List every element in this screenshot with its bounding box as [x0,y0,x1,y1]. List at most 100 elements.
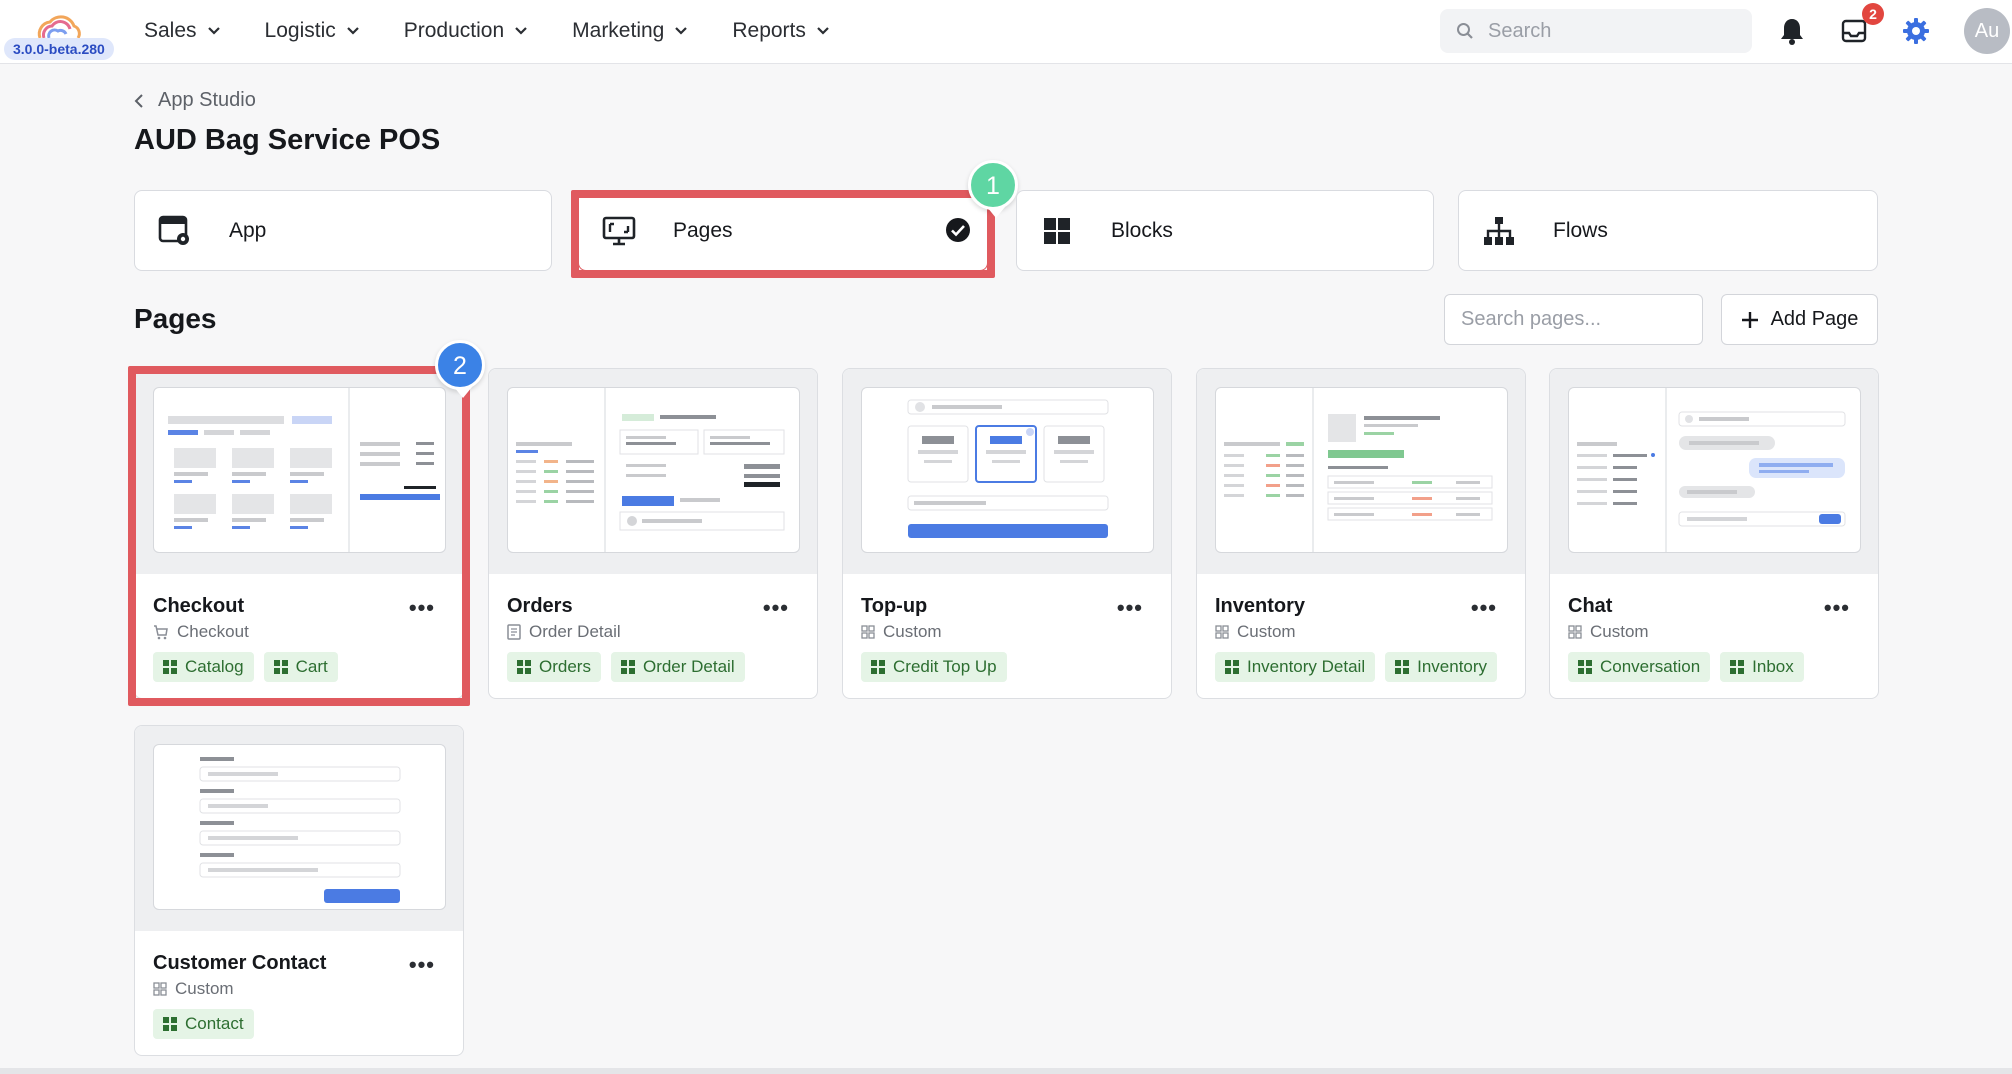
nav-reports[interactable]: Reports [732,19,830,43]
card-type: Custom [861,622,942,642]
notification-count-badge: 2 [1862,3,1884,25]
search-icon [1457,23,1473,39]
tab-flows-label: Flows [1553,218,1608,242]
custom-grid-icon [1568,625,1582,639]
tag-label: Catalog [185,657,244,676]
user-avatar[interactable]: Au [1964,8,2010,54]
tag-inventory-detail[interactable]: Inventory Detail [1215,652,1376,682]
chevron-left-icon [134,93,143,108]
card-type-label: Custom [1590,622,1649,641]
nav-sales[interactable]: Sales [144,19,221,43]
nav-logistic[interactable]: Logistic [265,19,360,43]
chevron-down-icon [817,27,829,35]
thumbnail-area [843,369,1171,574]
breadcrumb-back[interactable]: App Studio [134,89,256,112]
thumbnail-area [135,369,463,574]
more-options-button[interactable]: ••• [1117,595,1143,621]
grid-icon [1730,660,1745,674]
pages-section-title: Pages [134,303,217,334]
tab-app[interactable]: App [134,190,552,271]
block-tags: Catalog Cart [153,652,348,682]
tab-app-label: App [229,218,267,242]
card-type: Custom [1568,622,1649,642]
card-title: Inventory [1215,595,1306,617]
card-type: Custom [153,979,234,999]
step-marker-1: 1 [968,160,1018,218]
tag-inventory[interactable]: Inventory [1385,652,1498,682]
settings-button[interactable] [1899,14,1933,48]
bell-button[interactable] [1775,14,1809,48]
sitemap-icon [1481,213,1517,249]
more-options-button[interactable]: ••• [409,595,435,621]
search-placeholder: Search [1488,19,1552,42]
tab-flows[interactable]: Flows [1458,190,1878,271]
bell-icon [1781,19,1803,45]
grid-icon [1225,660,1239,674]
nav-production[interactable]: Production [404,19,528,43]
grid-icon [871,660,885,674]
nav-marketing-label: Marketing [572,19,665,42]
step-marker-2: 2 [435,340,485,398]
tag-credit-top-up[interactable]: Credit Top Up [861,652,1007,682]
gear-icon [1903,18,1929,44]
nav-marketing[interactable]: Marketing [572,19,688,43]
page-thumbnail [153,387,446,553]
add-page-label: Add Page [1770,308,1859,330]
nav-logistic-label: Logistic [264,19,336,42]
document-icon [507,624,521,640]
custom-grid-icon [153,982,167,996]
page-thumbnail [153,744,446,910]
card-title: Customer Contact [153,952,327,974]
tag-catalog[interactable]: Catalog [153,652,254,682]
tag-label: Credit Top Up [893,657,997,676]
tag-inbox[interactable]: Inbox [1720,652,1804,682]
custom-grid-icon [861,625,875,639]
search-pages-input[interactable] [1444,294,1703,345]
tab-pages[interactable]: Pages [578,190,988,271]
page-title: AUD Bag Service POS [134,124,441,156]
add-page-button[interactable]: Add Page [1721,294,1878,345]
tag-conversation[interactable]: Conversation [1568,652,1711,682]
grid-icon [163,1017,177,1031]
more-options-button[interactable]: ••• [1471,595,1497,621]
tag-label: Inbox [1752,657,1794,676]
page-card-inventory[interactable]: Inventory ••• Custom Inventory Detail In… [1196,368,1526,699]
tag-label: Contact [185,1014,244,1033]
check-circle-icon [946,218,970,242]
block-tags: Inventory Detail Inventory [1215,652,1507,682]
page-card-chat[interactable]: Chat ••• Custom Conversation Inbox [1549,368,1879,699]
thumbnail-area [1550,369,1878,574]
page-card-orders[interactable]: Orders ••• Order Detail Orders Order Det… [488,368,818,699]
tag-order-detail[interactable]: Order Detail [610,652,745,682]
card-title: Orders [507,595,573,617]
card-type: Custom [1215,622,1296,642]
bottom-edge [0,1068,2012,1074]
page-card-top-up[interactable]: Top-up ••• Custom Credit Top Up [842,368,1172,699]
page-card-customer-contact[interactable]: Customer Contact ••• Custom Contact [134,725,464,1056]
tag-label: Conversation [1600,657,1701,676]
tag-label: Orders [539,657,591,676]
nav-sales-label: Sales [144,19,197,42]
chevron-down-icon [675,27,688,35]
more-options-button[interactable]: ••• [1824,595,1850,621]
tag-orders[interactable]: Orders [507,652,601,682]
tag-cart[interactable]: Cart [263,652,338,682]
card-title: Chat [1568,595,1613,617]
card-type-label: Custom [1237,622,1296,641]
page-card-checkout[interactable]: Checkout ••• Checkout Catalog Cart [134,368,464,699]
more-options-button[interactable]: ••• [409,952,435,978]
app-settings-icon [157,213,193,249]
tag-contact[interactable]: Contact [153,1009,254,1039]
grid-icon [1395,660,1410,674]
tab-blocks-label: Blocks [1111,218,1173,242]
page-thumbnail [861,387,1154,553]
card-title: Checkout [153,595,245,617]
more-options-button[interactable]: ••• [763,595,789,621]
global-search-input[interactable]: Search [1440,9,1752,53]
grid-icon [273,660,288,674]
cart-icon [154,625,168,640]
chevron-down-icon [515,27,527,35]
grid-icon [517,660,531,674]
tab-blocks[interactable]: Blocks [1016,190,1434,271]
breadcrumb-label: App Studio [158,89,256,111]
